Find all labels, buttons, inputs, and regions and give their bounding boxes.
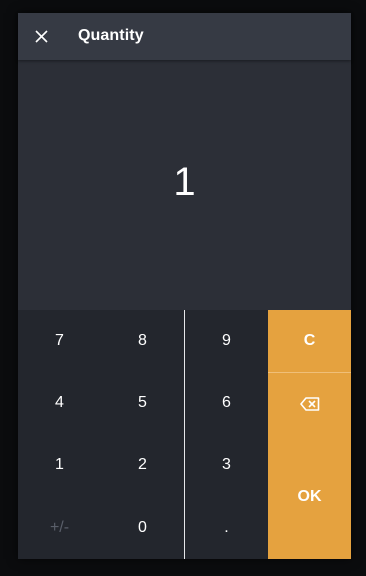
backspace-icon <box>299 397 319 411</box>
close-icon <box>35 30 48 43</box>
keypad-divider <box>184 310 185 559</box>
clear-button[interactable]: C <box>268 310 351 372</box>
close-button[interactable] <box>28 23 55 50</box>
key-decimal[interactable]: . <box>185 497 268 559</box>
key-4[interactable]: 4 <box>18 372 101 434</box>
key-3[interactable]: 3 <box>185 434 268 496</box>
key-2[interactable]: 2 <box>101 434 184 496</box>
key-8[interactable]: 8 <box>101 310 184 372</box>
key-6[interactable]: 6 <box>185 372 268 434</box>
key-5[interactable]: 5 <box>101 372 184 434</box>
dialog-header: Quantity <box>18 13 351 60</box>
dialog-title: Quantity <box>78 27 144 44</box>
backspace-button[interactable] <box>268 373 351 435</box>
key-1[interactable]: 1 <box>18 434 101 496</box>
key-0[interactable]: 0 <box>101 497 184 559</box>
key-7[interactable]: 7 <box>18 310 101 372</box>
key-plus-minus: +/- <box>49 519 70 536</box>
quantity-display: 1 <box>18 60 351 310</box>
action-keys: C OK <box>268 310 351 559</box>
key-9[interactable]: 9 <box>185 310 268 372</box>
numeric-keypad: 7 8 9 4 5 6 1 2 3 +/- 0 . <box>18 310 268 559</box>
ok-button[interactable]: OK <box>268 435 351 559</box>
quantity-dialog: Quantity 1 7 8 9 4 5 6 1 2 3 +/- 0 . C O… <box>18 13 351 559</box>
quantity-value: 1 <box>173 160 196 204</box>
